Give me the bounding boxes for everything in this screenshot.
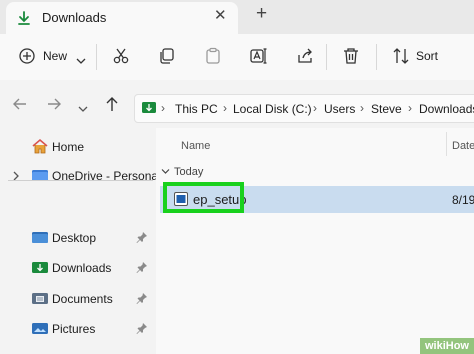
documents-folder-icon <box>32 290 48 311</box>
breadcrumb-separator: › <box>408 101 412 115</box>
pin-icon <box>136 321 148 339</box>
tab-title: Downloads <box>42 10 107 25</box>
breadcrumb-separator: › <box>161 101 165 115</box>
breadcrumb-downloads[interactable]: Downloads <box>419 102 474 116</box>
command-bar: New Sort <box>0 34 474 81</box>
pin-icon <box>136 260 148 278</box>
sidebar-divider <box>8 180 153 181</box>
tab-downloads[interactable]: Downloads ✕ <box>6 2 238 34</box>
chevron-down-icon <box>161 166 170 178</box>
sort-icon[interactable] <box>392 47 410 70</box>
file-row-ep-setup[interactable]: ep_setup 8/19 <box>160 182 474 213</box>
desktop-folder-icon <box>32 229 48 250</box>
downloads-folder-icon <box>142 100 156 117</box>
sidebar-item-label: Pictures <box>52 322 96 336</box>
sidebar-item-label: Documents <box>52 292 113 306</box>
sidebar-item-desktop[interactable]: Desktop <box>0 226 156 250</box>
sidebar-item-label: Home <box>52 140 85 154</box>
rename-icon[interactable] <box>250 47 268 70</box>
tab-bar: Downloads ✕ + <box>0 0 474 34</box>
breadcrumb-separator: › <box>360 101 364 115</box>
new-button[interactable] <box>18 47 36 70</box>
address-bar[interactable]: › This PC › Local Disk (C:) › Users › St… <box>134 94 474 123</box>
download-icon <box>16 10 32 31</box>
copy-icon[interactable] <box>158 47 176 70</box>
wikihow-logo: wikiHow <box>420 338 474 354</box>
file-date: 8/19 <box>452 193 474 207</box>
sidebar-item-label: Downloads <box>52 261 112 275</box>
sidebar-item-downloads[interactable]: Downloads <box>0 256 156 280</box>
share-icon[interactable] <box>296 47 314 70</box>
chevron-down-icon[interactable] <box>76 52 86 70</box>
breadcrumb-users[interactable]: Users <box>324 102 355 116</box>
file-list: Name Date Today ep_setup 8/19 <box>156 128 474 354</box>
breadcrumb-local-disk[interactable]: Local Disk (C:) <box>233 102 312 116</box>
toolbar-divider <box>326 44 327 70</box>
pin-icon <box>136 291 148 309</box>
highlight-box <box>163 182 244 213</box>
chevron-right-icon[interactable] <box>12 168 20 186</box>
back-arrow-icon[interactable] <box>12 96 28 117</box>
plus-circle-icon <box>19 48 35 64</box>
cut-icon[interactable] <box>112 47 130 70</box>
column-header-date[interactable]: Date <box>452 140 474 152</box>
sidebar-item-documents[interactable]: Documents <box>0 287 156 311</box>
paste-icon[interactable] <box>204 47 222 70</box>
breadcrumb-separator: › <box>223 101 227 115</box>
group-label: Today <box>174 166 204 178</box>
toolbar-divider <box>96 44 97 70</box>
breadcrumb-separator: › <box>313 101 317 115</box>
sidebar-item-onedrive[interactable]: OneDrive - Persona <box>0 164 158 188</box>
close-tab-icon[interactable]: ✕ <box>214 6 227 24</box>
pictures-folder-icon <box>32 320 48 341</box>
new-tab-button[interactable]: + <box>256 3 267 25</box>
home-icon <box>32 138 48 159</box>
sort-label[interactable]: Sort <box>416 49 438 63</box>
up-arrow-icon[interactable] <box>104 96 120 117</box>
toolbar-divider <box>376 44 377 70</box>
onedrive-folder-icon <box>32 167 48 188</box>
downloads-folder-icon <box>32 259 48 280</box>
delete-icon[interactable] <box>342 47 360 70</box>
recent-chevron-icon[interactable] <box>78 100 88 118</box>
sidebar-item-label: Desktop <box>52 231 97 245</box>
sidebar-item-pictures[interactable]: Pictures <box>0 317 156 341</box>
sidebar-item-home[interactable]: Home <box>0 135 156 159</box>
breadcrumb-steve[interactable]: Steve <box>371 102 402 116</box>
new-label[interactable]: New <box>43 49 67 63</box>
column-header-name[interactable]: Name <box>181 140 210 152</box>
navigation-pane: Home OneDrive - Persona Desktop Download… <box>0 128 158 354</box>
forward-arrow-icon[interactable] <box>46 96 62 117</box>
breadcrumb-this-pc[interactable]: This PC <box>175 102 218 116</box>
pin-icon <box>136 230 148 248</box>
group-header-today[interactable]: Today <box>161 166 203 178</box>
column-divider[interactable] <box>446 132 447 156</box>
